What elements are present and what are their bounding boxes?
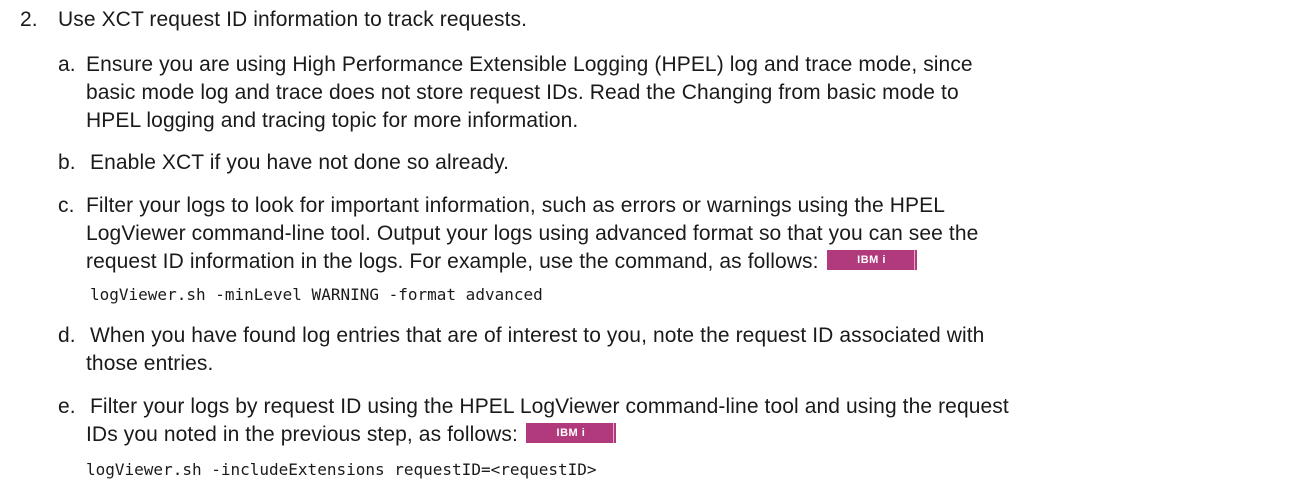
substep-c-command: logViewer.sh -minLevel WARNING -format a… [90,285,543,304]
substep-d-line1: When you have found log entries that are… [90,324,985,347]
step-title: Use XCT request ID information to track … [58,8,528,31]
document-body: 2. Use XCT request ID information to tra… [0,0,1296,500]
substep-b-letter: b. [58,151,76,174]
ibm-i-badge: IBM i [826,250,918,271]
substep-e-line2-row: IDs you noted in the previous step, as f… [86,422,617,448]
substep-d-letter: d. [58,324,76,347]
substep-e-line1: Filter your logs by request ID using the… [90,395,1009,418]
ibm-i-badge: IBM i [525,423,617,444]
substep-c-letter: c. [58,194,75,217]
substep-a-line1: Ensure you are using High Performance Ex… [86,53,973,76]
substep-e-line2: IDs you noted in the previous step, as f… [86,423,518,446]
substep-c-line3-row: request ID information in the logs. For … [86,249,918,275]
substep-a-line3: HPEL logging and tracing topic for more … [86,109,579,132]
substep-d-line2: those entries. [86,352,214,375]
substep-c-line2: LogViewer command-line tool. Output your… [86,222,979,245]
substep-e-letter: e. [58,395,76,418]
substep-c-line3: request ID information in the logs. For … [86,250,819,273]
step-number: 2. [20,8,38,31]
substep-c-line1: Filter your logs to look for important i… [86,194,945,217]
substep-e-command: logViewer.sh -includeExtensions requestI… [86,460,597,479]
substep-a-letter: a. [58,53,76,76]
substep-b-line1: Enable XCT if you have not done so alrea… [90,151,510,174]
substep-a-line2: basic mode log and trace does not store … [86,81,959,104]
